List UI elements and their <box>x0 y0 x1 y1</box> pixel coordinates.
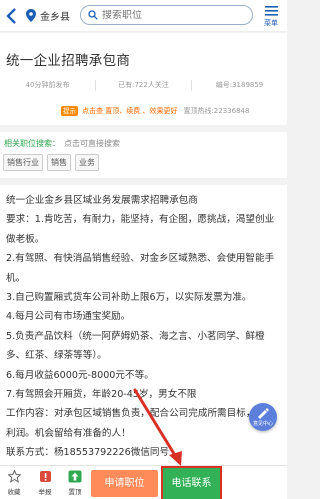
description-line: 联系方式：杨18553792226微信同号 <box>6 447 170 459</box>
notice-hotline: 置顶热线:22336848 <box>183 107 250 115</box>
apply-job-button[interactable]: 申请职位 <box>91 470 158 497</box>
description-line: 4.每月公司有市场通宝奖励。 <box>6 311 131 323</box>
star-icon <box>7 470 21 483</box>
job-number: 编号:3189859 <box>215 81 264 89</box>
promotion-notice[interactable]: 提示 点击查 置顶、续费 、效果更好 置顶热线:22336848 <box>61 106 249 116</box>
top-promote-label: 置顶 <box>68 488 82 496</box>
description-line: 5.负责产品饮料（统一阿萨姆奶茶、海之言、小茗同学、鲜橙多、红茶、绿茶等等）。 <box>6 330 265 362</box>
top-promote-button[interactable]: 置顶 <box>63 470 87 496</box>
related-tag[interactable]: 销售 <box>47 154 71 171</box>
description-line: 要求：1.肯吃苦，有耐力，能坚持，有企图，愿挑战，渴望创业做老板。 <box>6 214 275 245</box>
menu-label: 菜单 <box>264 19 278 27</box>
related-tag[interactable]: 销售行业 <box>3 154 43 171</box>
report-button[interactable]: 举报 <box>33 470 57 496</box>
favorite-label: 收藏 <box>7 488 21 496</box>
location-selector[interactable]: 金乡县 <box>26 6 70 24</box>
report-warning-icon <box>39 471 51 482</box>
location-label: 金乡县 <box>40 11 70 23</box>
top-bar: 金乡县 菜单 <box>0 0 287 32</box>
job-header-card: 统一企业招聘承包商 40分钟前发布 已有:722人关注 编号:3189859 提… <box>0 33 287 125</box>
job-description-card: 统一企业金乡县区域业务发展需求招聘承包商 要求：1.肯吃苦，有耐力，能坚持，有企… <box>0 185 287 465</box>
description-line: 7.有驾照会开厢货，年龄20-45岁，男女不限 <box>6 389 197 401</box>
related-search-title: 相关职位搜索： <box>4 139 60 148</box>
menu-button[interactable]: 菜单 <box>261 4 281 28</box>
publish-time: 40分钟前发布 <box>0 80 96 91</box>
notice-badge: 提示 <box>61 106 78 116</box>
search-input[interactable] <box>102 9 242 21</box>
report-label: 举报 <box>38 488 52 496</box>
follow-count: 已有:722人关注 <box>96 80 192 91</box>
favorite-button[interactable]: 收藏 <box>2 470 26 496</box>
related-tag[interactable]: 业务 <box>75 154 99 171</box>
related-tags: 销售行业 销售 业务 <box>3 154 103 171</box>
job-description: 统一企业金乡县区域业务发展需求招聘承包商 要求：1.肯吃苦，有耐力，能坚持，有企… <box>6 191 282 463</box>
call-contact-button[interactable]: 电话联系 <box>161 466 222 499</box>
back-arrow-icon[interactable] <box>5 7 19 25</box>
feedback-label: 意见中心 <box>252 421 273 427</box>
menu-icon <box>264 6 278 16</box>
related-search-header: 相关职位搜索： 点击可直接搜索 <box>4 138 120 149</box>
job-title: 统一企业招聘承包商 <box>6 53 131 69</box>
feedback-float-button[interactable]: 意见中心 <box>249 403 277 431</box>
search-icon <box>88 10 98 20</box>
description-line: 6.每月收益6000元-8000元不等。 <box>6 369 154 381</box>
related-search-hint: 点击可直接搜索 <box>64 139 120 148</box>
description-line: 工作内容：对承包区域销售负责，配合公司完成所需目标，丰厚利润。机会留给有准备的人… <box>6 408 275 439</box>
location-pin-icon <box>26 8 36 22</box>
feedback-icon <box>258 408 269 419</box>
top-promote-icon <box>68 470 82 483</box>
description-line: 统一企业金乡县区域业务发展需求招聘承包商 <box>6 195 198 206</box>
related-search-card: 相关职位搜索： 点击可直接搜索 销售行业 销售 业务 <box>0 132 287 178</box>
search-box[interactable] <box>80 5 253 25</box>
description-line: 3.自己购置厢式货车公司补助上限6万，以实际发票为准。 <box>6 292 252 304</box>
job-meta: 40分钟前发布 已有:722人关注 编号:3189859 <box>0 80 287 91</box>
description-line: 2.有驾照、有快消品销售经验、对金乡区域熟悉、会使用智能手机。 <box>6 253 275 284</box>
notice-text: 点击查 置顶、续费 、效果更好 <box>82 107 178 115</box>
